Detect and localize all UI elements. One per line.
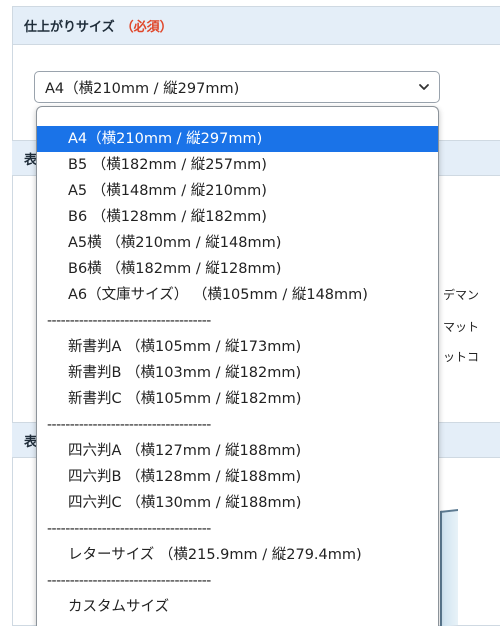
size-option[interactable]: A6（文庫サイズ） （横105mm / 縦148mm) xyxy=(37,282,438,308)
background-text-3: ットコ xyxy=(443,350,480,364)
size-dropdown-list: A4（横210mm / 縦297mm) B5 （横182mm / 縦257mm) A… xyxy=(36,106,439,626)
size-option[interactable]: 四六判C （横130mm / 縦188mm) xyxy=(37,490,438,516)
size-select[interactable]: A4（横210mm / 縦297mm) xyxy=(34,71,440,103)
size-option[interactable]: 新書判A （横105mm / 縦173mm) xyxy=(37,334,438,360)
size-option[interactable]: レターサイズ （横215.9mm / 縦279.4mm) xyxy=(37,542,438,568)
background-text-2: マット xyxy=(443,320,480,334)
size-option[interactable]: 新書判B （横103mm / 縦182mm) xyxy=(37,360,438,386)
size-option-selected[interactable]: A4（横210mm / 縦297mm) xyxy=(37,126,438,152)
size-option[interactable]: 四六判A （横127mm / 縦188mm) xyxy=(37,438,438,464)
option-separator: ------------------------------------ xyxy=(47,573,211,589)
background-text-1: デマン xyxy=(443,288,480,302)
required-label: （必須） xyxy=(120,20,173,35)
option-separator: ------------------------------------ xyxy=(47,417,211,433)
book-illustration xyxy=(440,509,458,626)
size-option[interactable]: B6 （横128mm / 縦182mm) xyxy=(37,204,438,230)
panel-header: 仕上がりサイズ （必須） xyxy=(13,7,500,45)
option-separator: ------------------------------------ xyxy=(47,521,211,537)
size-option[interactable]: A5横 （横210mm / 縦148mm) xyxy=(37,230,438,256)
size-select-value: A4（横210mm / 縦297mm) xyxy=(45,80,240,97)
panel-title: 仕上がりサイズ xyxy=(24,20,115,35)
option-separator: ------------------------------------ xyxy=(47,313,211,329)
size-option[interactable]: B5 （横182mm / 縦257mm) xyxy=(37,152,438,178)
size-option[interactable]: 新書判C （横105mm / 縦182mm) xyxy=(37,386,438,412)
size-option[interactable]: カスタムサイズ xyxy=(37,594,438,620)
size-option[interactable]: 四六判B （横128mm / 縦188mm) xyxy=(37,464,438,490)
size-option[interactable]: A5 （横148mm / 縦210mm) xyxy=(37,178,438,204)
size-option[interactable]: B6横 （横182mm / 縦128mm) xyxy=(37,256,438,282)
chevron-down-icon xyxy=(419,84,429,90)
